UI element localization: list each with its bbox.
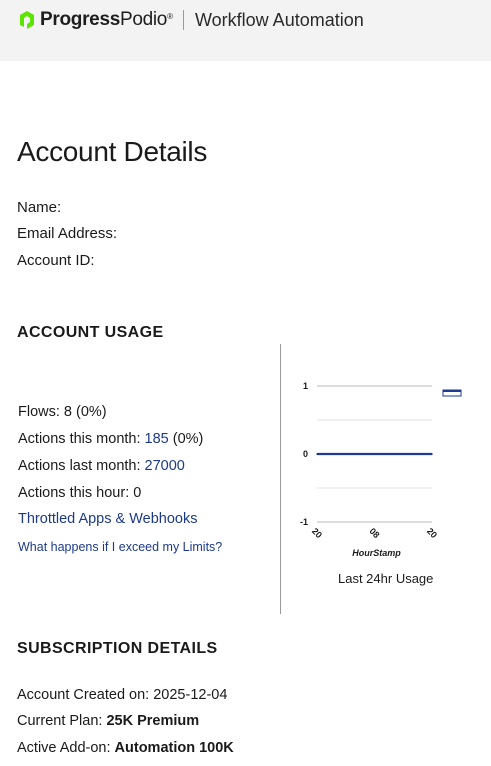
header-divider <box>183 10 184 30</box>
throttled-apps-link[interactable]: Throttled Apps & Webhooks <box>18 511 197 527</box>
chart-x-tick-label: 08 <box>367 526 381 540</box>
current-plan: Current Plan: 25K Premium <box>17 713 199 729</box>
account-usage-heading: ACCOUNT USAGE <box>17 324 164 341</box>
registered-mark-icon: ® <box>167 11 173 21</box>
limits-help-link[interactable]: What happens if I exceed my Limits? <box>18 540 222 554</box>
account-created: Account Created on: 2025-12-04 <box>17 687 227 703</box>
chart-x-tick-label: 20 <box>310 526 324 540</box>
usage-chart-svg: 10-120 08 20HourStamp <box>300 381 462 558</box>
plan-label: Current Plan: <box>17 713 103 729</box>
app-title: Workflow Automation <box>195 9 364 30</box>
email-label: Email Address: <box>17 225 118 242</box>
brand-name: Progress <box>40 9 120 30</box>
usage-divider <box>280 344 281 614</box>
addon-value: Automation 100K <box>114 740 234 756</box>
chart-x-axis-label: HourStamp <box>352 548 401 558</box>
chart-point <box>431 453 433 455</box>
chart-point <box>373 453 376 455</box>
brand[interactable]: Progress Podio ® Workflow Automation <box>18 9 364 31</box>
actions-month-pct: (0%) <box>172 431 204 447</box>
actions-this-month: Actions this month: 185 (0%) <box>18 431 203 447</box>
subscription-heading: SUBSCRIPTION DETAILS <box>17 640 218 657</box>
actions-last-month-link[interactable]: 27000 <box>145 458 185 474</box>
chart-y-tick-label: 1 <box>303 381 308 391</box>
progress-logo-icon <box>20 11 34 29</box>
actions-month-link[interactable]: 185 <box>145 431 169 447</box>
actions-month-label: Actions this month: <box>18 431 141 447</box>
created-label: Account Created on: <box>17 687 150 703</box>
usage-chart: 1 0 -1 20 08 20 HourStamp <box>290 366 490 601</box>
actions-last-month: Actions last month: 27000 <box>18 458 185 474</box>
page-title: Account Details <box>17 136 208 167</box>
chart-caption: Last 24hr Usage <box>338 571 434 586</box>
created-value: 2025-12-04 <box>153 687 228 703</box>
account-id-label: Account ID: <box>17 252 95 269</box>
app-header: Progress Podio ® Workflow Automation <box>0 0 491 61</box>
chart-y-tick-label: 0 <box>303 449 308 459</box>
brand-product: Podio <box>119 9 168 30</box>
name-label: Name: <box>17 199 62 216</box>
chart-y-tick-label: -1 <box>300 517 308 527</box>
addon-label: Active Add-on: <box>17 740 111 756</box>
active-addon: Active Add-on: Automation 100K <box>17 740 234 756</box>
flows-count: Flows: 8 (0%) <box>18 404 107 420</box>
actions-this-hour: Actions this hour: 0 <box>18 485 142 501</box>
chart-x-tick-label: 20 <box>425 526 439 540</box>
actions-last-month-label: Actions last month: <box>18 458 141 474</box>
plan-value: 25K Premium <box>106 713 200 729</box>
chart-point <box>316 453 318 455</box>
